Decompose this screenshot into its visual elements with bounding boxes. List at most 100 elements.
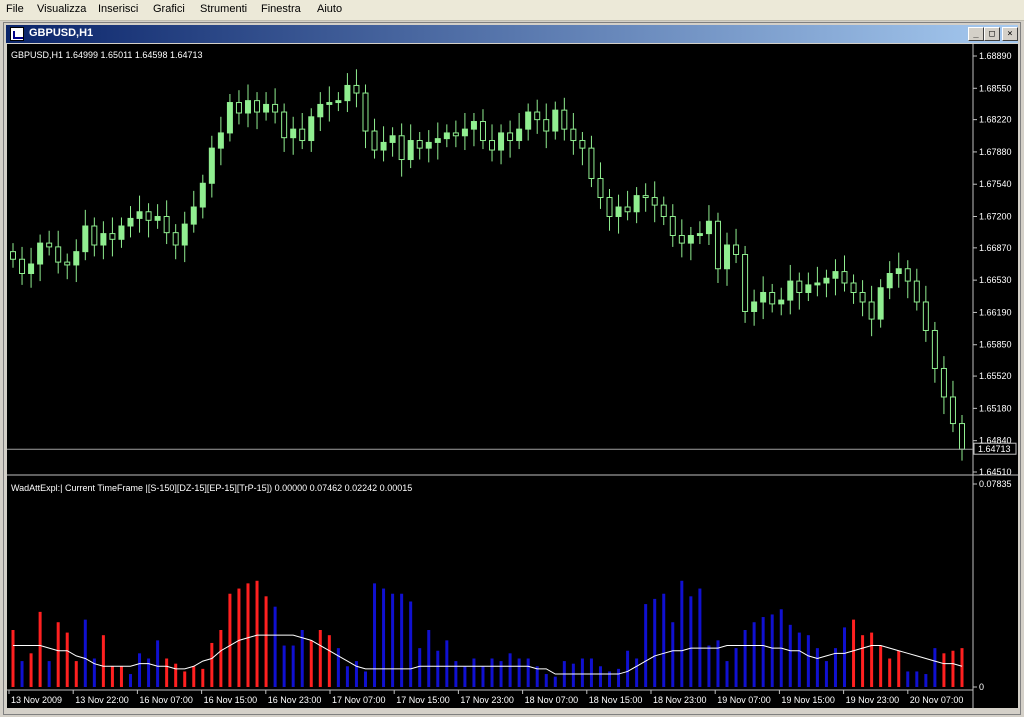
candle-body <box>570 128 577 142</box>
candle-body <box>190 206 197 225</box>
candle-body <box>660 204 667 218</box>
candle-body <box>724 244 731 270</box>
menu-file[interactable]: File <box>6 3 24 15</box>
indicator-bar <box>861 635 865 687</box>
candle-body <box>326 102 333 105</box>
candle-body <box>787 280 794 301</box>
indicator-bar <box>870 632 874 687</box>
menu-finestra[interactable]: Finestra <box>261 3 301 15</box>
candle-body <box>443 132 450 140</box>
candle-body <box>516 128 523 142</box>
candle-body <box>868 301 875 320</box>
chart-area[interactable]: 1.64713 GBPUSD,H1 1.64999 1.65011 1.6459… <box>7 44 1018 708</box>
indicator-bar <box>942 653 946 687</box>
indicator-bar <box>454 661 458 687</box>
candle-body <box>235 102 242 114</box>
candle-body <box>588 147 595 180</box>
indicator-bar <box>707 645 711 687</box>
candle-body <box>597 178 604 199</box>
candle-body <box>317 103 324 118</box>
time-tick-label: 16 Nov 23:00 <box>268 695 322 705</box>
indicator-bar <box>535 666 539 687</box>
candle-body <box>371 130 378 151</box>
candle-body <box>398 135 405 161</box>
indicator-bar <box>499 661 503 687</box>
candle-body <box>163 216 170 234</box>
chart-canvas[interactable]: 1.64713 GBPUSD,H1 1.64999 1.65011 1.6459… <box>7 44 1018 708</box>
indicator-tick-label: 0.07835 <box>979 479 1012 489</box>
indicator-bar <box>481 666 485 687</box>
indicator-bar <box>382 588 386 687</box>
candle-body <box>118 225 125 240</box>
indicator-bar <box>598 666 602 687</box>
candle-body <box>272 103 279 113</box>
maximize-button[interactable]: □ <box>984 27 1000 41</box>
indicator-bar <box>933 648 937 687</box>
candle-body <box>335 100 342 104</box>
indicator-bar <box>852 619 856 687</box>
candle-body <box>154 216 161 221</box>
indicator-bar <box>743 629 747 687</box>
indicator-bar <box>653 598 657 687</box>
indicator-bar <box>689 596 693 687</box>
candle-body <box>823 277 830 284</box>
indicator-bar <box>354 661 358 687</box>
menu-strumenti[interactable]: Strumenti <box>200 3 247 15</box>
indicator-bar <box>571 663 575 687</box>
time-tick-label: 13 Nov 22:00 <box>75 695 129 705</box>
candle-body <box>109 233 116 240</box>
indicator-bar <box>174 663 178 687</box>
time-tick-label: 17 Nov 15:00 <box>396 695 450 705</box>
candle-body <box>489 140 496 151</box>
menu-grafici[interactable]: Grafici <box>153 3 185 15</box>
indicator-bar <box>192 666 196 687</box>
minimize-button[interactable]: _ <box>968 27 984 41</box>
candle-body <box>91 225 98 246</box>
indicator-bar <box>824 661 828 687</box>
indicator-bar <box>147 658 151 687</box>
menu-visualizza[interactable]: Visualizza <box>37 3 86 15</box>
indicator-bar <box>680 580 684 687</box>
indicator-bar <box>906 671 910 687</box>
close-button[interactable]: × <box>1002 27 1018 41</box>
indicator-bar <box>83 619 87 687</box>
indicator-bar <box>291 645 295 687</box>
indicator-bar <box>617 668 621 687</box>
candle-body <box>416 140 423 149</box>
indicator-bar <box>282 645 286 687</box>
candle-body <box>281 111 288 139</box>
menu-inserisci[interactable]: Inserisci <box>98 3 138 15</box>
indicator-bar <box>644 604 648 687</box>
indicator-bar <box>210 642 214 687</box>
candle-body <box>507 132 514 142</box>
indicator-bar <box>915 671 919 687</box>
menu-aiuto[interactable]: Aiuto <box>317 3 342 15</box>
candle-body <box>678 235 685 244</box>
candle-body <box>769 291 776 305</box>
indicator-bar <box>255 580 259 687</box>
candle-body <box>904 268 911 282</box>
candle-body <box>832 271 839 279</box>
indicator-bar <box>318 629 322 687</box>
time-tick-label: 13 Nov 2009 <box>11 695 62 705</box>
indicator-bar <box>363 671 367 687</box>
candle-body <box>931 329 938 369</box>
candle-body <box>244 100 251 114</box>
candle-body <box>579 140 586 149</box>
candle-body <box>796 280 803 293</box>
candle-body <box>696 233 703 237</box>
indicator-bar <box>138 653 142 687</box>
candle-body <box>389 135 396 143</box>
candle-body <box>136 211 143 219</box>
indicator-bar <box>445 640 449 687</box>
candle-body <box>705 220 712 235</box>
price-tick-label: 1.65850 <box>979 340 1012 350</box>
indicator-info: WadAttExpl:| Current TimeFrame |[S-150][… <box>11 483 412 493</box>
indicator-bar <box>761 617 765 687</box>
indicator-bar <box>635 658 639 687</box>
candle-body <box>850 282 857 293</box>
title-bar[interactable]: GBPUSD,H1 _ □ × <box>6 25 1018 43</box>
candle-body <box>290 128 297 139</box>
candle-body <box>470 121 477 130</box>
candle-body <box>642 195 649 199</box>
